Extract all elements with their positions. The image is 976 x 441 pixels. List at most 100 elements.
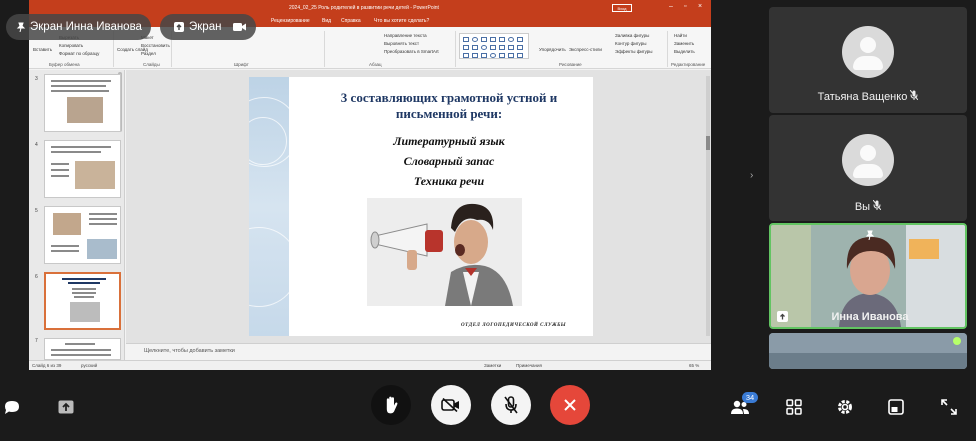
notes-pane[interactable]: Щелкните, чтобы добавить заметки	[126, 343, 711, 360]
toggle-mic-button[interactable]	[491, 385, 531, 425]
slide-thumbnail[interactable]	[44, 206, 121, 264]
current-slide[interactable]: 3 составляющих грамотной устной и письме…	[249, 77, 593, 336]
zoom-level: 65 %	[689, 363, 700, 368]
camera-icon	[233, 23, 247, 31]
arrange-button[interactable]: Упорядочить	[539, 47, 566, 52]
expand-icon	[941, 399, 957, 415]
copy-button[interactable]: Копировать	[59, 43, 83, 48]
slide-scrollbar[interactable]	[706, 76, 710, 336]
align-text-button[interactable]: Выровнять текст	[384, 41, 419, 46]
pip-icon	[888, 399, 904, 415]
picture-in-picture-button[interactable]	[886, 397, 906, 417]
slide-thumbnail[interactable]	[44, 74, 121, 132]
select-button[interactable]: Выделить	[674, 49, 695, 54]
tab-help[interactable]: Справка	[341, 18, 361, 24]
tab-view[interactable]: Вид	[322, 18, 331, 24]
avatar	[842, 134, 894, 186]
document-title: 2024_02_25 Роль родителей в развитии реч…	[289, 5, 439, 11]
video-call-window: 2024_02_25 Роль родителей в развитии реч…	[0, 0, 976, 441]
thumbnail-number: 5	[35, 208, 38, 214]
slide-thumbnail-selected[interactable]	[44, 272, 121, 330]
slide-side-decoration	[249, 77, 299, 336]
slide-item: Литературный язык	[393, 134, 505, 148]
close-icon	[564, 399, 576, 411]
fullscreen-button[interactable]	[939, 397, 959, 417]
screen-share-icon	[174, 22, 184, 32]
maximize-icon[interactable]: ▫	[684, 3, 686, 10]
text-direction-button[interactable]: Направление текста	[384, 33, 427, 38]
screen-label: Экран	[189, 21, 222, 33]
notes-toggle[interactable]: Заметки	[484, 363, 501, 368]
mic-off-icon	[872, 199, 882, 211]
participant-tile-active-speaker[interactable]: Инна Иванова	[769, 223, 967, 329]
chat-button[interactable]	[2, 397, 22, 417]
group-label-slides: Слайды	[143, 62, 160, 67]
participant-video	[769, 333, 967, 369]
participant-name: Инна Иванова	[831, 311, 909, 323]
divider	[455, 31, 456, 67]
collapse-panel-icon[interactable]: ›	[750, 170, 753, 181]
tell-me-search[interactable]: Что вы хотите сделать?	[374, 18, 429, 24]
shape-effects-button[interactable]: Эффекты фигуры	[615, 49, 653, 54]
participant-tile[interactable]: Татьяна Ващенко	[769, 7, 967, 113]
slide-title: 3 составляющих грамотной устной и письме…	[340, 90, 558, 121]
group-label-drawing: Рисование	[559, 62, 582, 67]
language-indicator: русский	[81, 363, 98, 368]
end-call-button[interactable]	[550, 385, 590, 425]
screen-pill[interactable]: Экран	[160, 14, 256, 40]
megaphone-man-photo	[367, 198, 522, 306]
group-label-paragraph: Абзац	[369, 62, 382, 67]
screen-share-icon	[58, 400, 74, 414]
pin-icon	[16, 22, 26, 32]
minimize-icon[interactable]: –	[669, 3, 673, 10]
shape-outline-button[interactable]: Контур фигуры	[615, 41, 646, 46]
comments-toggle[interactable]: Примечания	[516, 363, 542, 368]
thumbnail-number: 6	[35, 274, 38, 280]
find-button[interactable]: Найти	[674, 33, 687, 38]
section-button[interactable]: Раздел	[141, 51, 156, 56]
participants-count-badge: 34	[742, 392, 758, 403]
replace-button[interactable]: Заменить	[674, 41, 694, 46]
participant-tile-partial[interactable]	[769, 333, 967, 369]
thumbnail-number: 7	[35, 338, 38, 344]
shapes-gallery[interactable]	[459, 33, 529, 59]
layout-grid-button[interactable]	[784, 397, 804, 417]
toggle-camera-button[interactable]	[431, 385, 471, 425]
reset-button[interactable]: Восстановить	[141, 43, 170, 48]
convert-smartart-button[interactable]: Преобразовать в SmartArt	[384, 49, 439, 54]
tab-review[interactable]: Рецензирование	[271, 18, 310, 24]
slide-thumbnail[interactable]	[44, 338, 121, 360]
camera-off-icon	[441, 398, 459, 412]
participant-tile[interactable]: Вы	[769, 115, 967, 221]
slide-footer: ОТДЕЛ ЛОГОПЕДИЧЕСКОЙ СЛУЖБЫ	[461, 323, 567, 328]
signin-button[interactable]: Вход	[612, 4, 632, 12]
settings-button[interactable]	[835, 397, 855, 417]
status-bar: Слайд 6 из 39 русский Заметки Примечания…	[29, 360, 711, 370]
notes-placeholder: Щелкните, чтобы добавить заметки	[144, 348, 235, 354]
group-label-clipboard: Буфер обмена	[49, 62, 80, 67]
participant-name: Татьяна Ващенко	[769, 89, 967, 103]
thumbnail-number: 3	[35, 76, 38, 82]
thumbnail-number: 4	[35, 142, 38, 148]
participant-name: Вы	[769, 199, 967, 213]
slide-thumbnails-panel[interactable]: 3 4 5 6 7	[29, 70, 125, 360]
grid-icon	[786, 399, 802, 415]
quick-styles-button[interactable]: Экспресс-стили	[569, 47, 602, 52]
slide-thumbnail[interactable]	[44, 140, 121, 198]
group-label-font: Шрифт	[234, 62, 249, 67]
gear-icon	[838, 400, 852, 414]
share-screen-button[interactable]	[56, 397, 76, 417]
avatar	[842, 26, 894, 78]
slide-item: Словарный запас	[403, 154, 495, 168]
mic-off-icon	[504, 396, 518, 414]
raise-hand-button[interactable]	[371, 385, 411, 425]
format-painter-button[interactable]: Формат по образцу	[59, 51, 99, 56]
slide-item: Техника речи	[413, 174, 485, 188]
paste-button[interactable]: Вставить	[33, 47, 52, 52]
raise-hand-icon	[386, 396, 398, 414]
slide-counter: Слайд 6 из 39	[32, 363, 62, 368]
close-icon[interactable]: ×	[698, 3, 702, 10]
screen-owner-pill[interactable]: Экран Инна Иванова	[6, 14, 151, 40]
pin-icon[interactable]	[865, 230, 875, 240]
shape-fill-button[interactable]: Заливка фигуры	[615, 33, 649, 38]
